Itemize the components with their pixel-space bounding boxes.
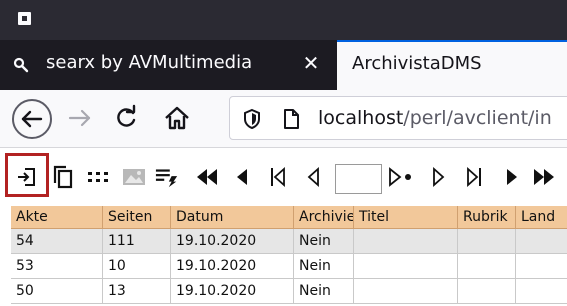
table-row[interactable]: 54 111 19.10.2020 Nein bbox=[11, 229, 567, 254]
cell-datum: 19.10.2020 bbox=[171, 229, 294, 254]
back-button[interactable] bbox=[12, 99, 52, 139]
cell-rubrik bbox=[458, 229, 516, 254]
cell-archiviert: Nein bbox=[294, 229, 354, 254]
cell-rubrik bbox=[458, 279, 516, 304]
tab-close-button[interactable]: ✕ bbox=[300, 52, 322, 74]
cell-land bbox=[516, 254, 567, 279]
cell-titel bbox=[354, 229, 458, 254]
next-dot-icon[interactable] bbox=[386, 164, 416, 190]
col-header-rubrik[interactable]: Rubrik bbox=[458, 206, 516, 229]
archivista-app: Akte Seiten Datum Archivie Titel Rubrik … bbox=[0, 148, 567, 306]
col-header-akte[interactable]: Akte bbox=[11, 206, 103, 229]
cell-rubrik bbox=[458, 254, 516, 279]
cell-archiviert: Nein bbox=[294, 279, 354, 304]
fast-forward-icon[interactable] bbox=[532, 164, 556, 190]
arrow-left-icon bbox=[21, 110, 43, 128]
col-header-seiten[interactable]: Seiten bbox=[103, 206, 171, 229]
cell-seiten: 10 bbox=[103, 254, 171, 279]
last-page-icon[interactable] bbox=[462, 164, 486, 190]
cell-titel bbox=[354, 254, 458, 279]
url-path: /perl/avclient/in bbox=[403, 107, 552, 129]
navigation-bar: localhost/perl/avclient/in bbox=[0, 90, 567, 148]
cell-archiviert: Nein bbox=[294, 254, 354, 279]
first-page-icon[interactable] bbox=[266, 164, 290, 190]
cell-seiten: 111 bbox=[103, 229, 171, 254]
home-button[interactable] bbox=[163, 104, 191, 132]
table-row[interactable]: 50 13 19.10.2020 Nein bbox=[11, 279, 567, 304]
url-host: localhost bbox=[318, 107, 404, 129]
forward-button[interactable] bbox=[66, 104, 94, 132]
tab-strip: searx by AVMultimedia ✕ ArchivistaDMS bbox=[0, 40, 567, 90]
tab-archivista[interactable]: ArchivistaDMS bbox=[337, 40, 567, 90]
tab-title: searx by AVMultimedia bbox=[46, 52, 253, 73]
col-header-land[interactable]: Land bbox=[516, 206, 567, 229]
document-toolbar bbox=[0, 148, 567, 206]
cell-akte: 53 bbox=[11, 254, 103, 279]
cell-land bbox=[516, 229, 567, 254]
tab-title: ArchivistaDMS bbox=[352, 53, 482, 74]
window-menu-icon[interactable] bbox=[18, 12, 31, 25]
copy-icon[interactable] bbox=[51, 164, 75, 190]
next-icon[interactable] bbox=[427, 164, 451, 190]
page-icon[interactable] bbox=[282, 108, 300, 130]
cell-akte: 54 bbox=[11, 229, 103, 254]
fast-backward-icon[interactable] bbox=[195, 164, 219, 190]
cell-datum: 19.10.2020 bbox=[171, 279, 294, 304]
col-header-titel[interactable]: Titel bbox=[354, 206, 458, 229]
table-row[interactable]: 53 10 19.10.2020 Nein bbox=[11, 254, 567, 279]
url-bar[interactable]: localhost/perl/avclient/in bbox=[229, 96, 567, 140]
play-icon[interactable] bbox=[500, 164, 524, 190]
previous-icon[interactable] bbox=[301, 164, 325, 190]
image-icon[interactable] bbox=[122, 164, 146, 190]
col-header-datum[interactable]: Datum bbox=[171, 206, 294, 229]
shield-icon[interactable] bbox=[242, 108, 262, 130]
list-action-icon[interactable] bbox=[155, 164, 179, 190]
step-backward-icon[interactable] bbox=[230, 164, 254, 190]
tab-searx[interactable]: searx by AVMultimedia ✕ bbox=[0, 40, 337, 90]
cell-titel bbox=[354, 279, 458, 304]
table-header: Akte Seiten Datum Archivie Titel Rubrik … bbox=[11, 206, 567, 231]
window-titlebar bbox=[0, 0, 567, 40]
grid-dots-icon[interactable] bbox=[86, 164, 110, 190]
cell-seiten: 13 bbox=[103, 279, 171, 304]
login-icon[interactable] bbox=[15, 164, 39, 190]
url-text[interactable]: localhost/perl/avclient/in bbox=[318, 107, 552, 129]
cell-akte: 50 bbox=[11, 279, 103, 304]
page-number-input[interactable] bbox=[335, 164, 382, 194]
reload-button[interactable] bbox=[112, 104, 140, 132]
cell-land bbox=[516, 279, 567, 304]
col-header-archiviert[interactable]: Archivie bbox=[294, 206, 354, 229]
magnifier-icon bbox=[13, 57, 29, 73]
cell-datum: 19.10.2020 bbox=[171, 254, 294, 279]
